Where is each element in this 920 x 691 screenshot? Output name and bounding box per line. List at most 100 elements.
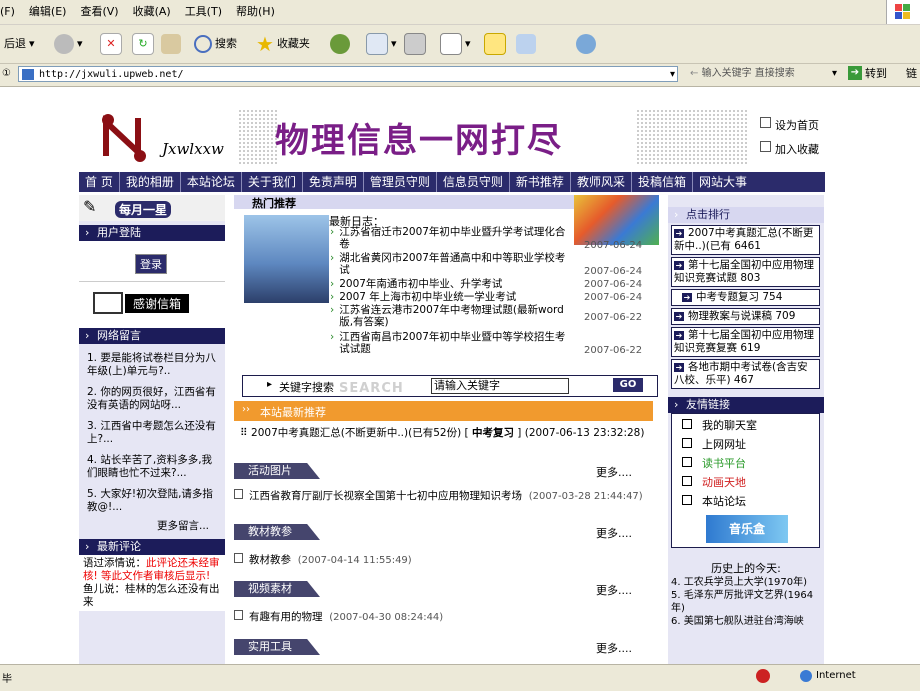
- friend-link[interactable]: 读书平台: [672, 454, 819, 473]
- users-button[interactable]: [576, 31, 596, 57]
- music-box-banner[interactable]: 音乐盒: [706, 515, 788, 543]
- section-activity-item[interactable]: 江西省教育厅副厅长视察全国第十七初中应用物理知识考场 (2007-03-28 2…: [234, 489, 653, 504]
- history-item[interactable]: 6. 美国第七舰队进驻台湾海峡: [671, 615, 821, 628]
- comment-item[interactable]: 语过添情说：此评论还未经审核! 等此文作者审核后显示!: [83, 557, 221, 583]
- monthly-star-banner[interactable]: ✎ 每月一星: [79, 195, 225, 221]
- section-video-tab[interactable]: 视频素材: [234, 581, 320, 597]
- address-input[interactable]: http://jxwuli.upweb.net/ ▾: [18, 66, 678, 82]
- favorites-label: 收藏夹: [276, 37, 310, 50]
- section-activity-more-link[interactable]: 更多....: [596, 464, 632, 480]
- go-search-button[interactable]: GO: [613, 378, 643, 392]
- section-textbook-label: 教材教参: [248, 525, 292, 538]
- rank-item[interactable]: ➔ 第十七届全国初中应用物理知识竞赛试题 803: [671, 257, 820, 287]
- menu-favorites[interactable]: 收藏(A): [133, 0, 171, 24]
- nav-admin-rules[interactable]: 管理员守则: [364, 172, 437, 192]
- log-item[interactable]: › 湖北省黄冈市2007年普通高中和中等职业学校考试 2007-06-24: [330, 252, 648, 278]
- menu-edit[interactable]: 编辑(E): [29, 0, 67, 24]
- add-favorite-label: 加入收藏: [775, 143, 819, 156]
- log-item[interactable]: › 江西省南昌市2007年初中毕业暨中等学校招生考试试题 2007-06-22: [330, 331, 648, 357]
- nav-about[interactable]: 关于我们: [242, 172, 303, 192]
- friend-link[interactable]: 我的聊天室: [672, 416, 819, 435]
- search-box[interactable]: ← 输入关键字 直接搜索: [690, 66, 840, 82]
- nav-submit[interactable]: 投稿信箱: [632, 172, 693, 192]
- nav-teachers[interactable]: 教师风采: [571, 172, 632, 192]
- section-textbook-more-link[interactable]: 更多....: [596, 525, 632, 541]
- history-title: 历史上的今天:: [711, 562, 781, 575]
- search-dropdown-icon[interactable]: ▾: [832, 66, 837, 82]
- refresh-button[interactable]: ↻: [132, 31, 154, 57]
- print-button[interactable]: [404, 31, 426, 57]
- dropdown-icon[interactable]: ▾: [670, 67, 675, 83]
- go-button[interactable]: ➔ 转到: [848, 66, 887, 82]
- history-item[interactable]: 5. 毛泽东严厉批评文艺界(1964年): [671, 589, 821, 615]
- section-video-item[interactable]: 有趣有用的物理 (2007-04-30 08:24:44): [234, 610, 653, 625]
- site-logo[interactable]: Jxwlxxw: [100, 112, 230, 162]
- log-item[interactable]: › 江苏省宿迁市2007年初中毕业暨升学考试理化合卷 2007-06-24: [330, 226, 648, 252]
- dropdown-icon[interactable]: ▾: [29, 31, 35, 57]
- menu-help[interactable]: 帮助(H): [236, 0, 275, 24]
- friend-link[interactable]: 动画天地: [672, 473, 819, 492]
- set-home-link[interactable]: 设为首页: [760, 117, 819, 133]
- log-item[interactable]: › 2007年南通市初中毕业、升学考试 2007-06-24: [330, 278, 648, 291]
- recommend-category[interactable]: 中考复习: [472, 427, 514, 439]
- menu-file[interactable]: (F): [0, 0, 15, 24]
- rank-item[interactable]: ➔ 2007中考真题汇总(不断更新中..)(已有 6461: [671, 225, 820, 255]
- rank-item[interactable]: ➔ 中考专题复习 754: [671, 289, 820, 306]
- section-tools-more-link[interactable]: 更多....: [596, 640, 632, 656]
- message-item[interactable]: 1. 要是能将试卷栏目分为八年级(上)单元与?..: [87, 352, 219, 378]
- menu-view[interactable]: 查看(V): [80, 0, 118, 24]
- friend-link[interactable]: 本站论坛: [672, 492, 819, 511]
- log-list: › 江苏省宿迁市2007年初中毕业暨升学考试理化合卷 2007-06-24 › 湖北省…: [330, 226, 648, 357]
- links-label[interactable]: 链: [906, 66, 917, 82]
- section-textbook-tab[interactable]: 教材教参: [234, 524, 320, 540]
- message-item[interactable]: 5. 大家好!初次登陆,请多指教@!...: [87, 488, 219, 514]
- message-item[interactable]: 2. 你的网页很好，江西省有没有英语的网站呀...: [87, 386, 219, 412]
- section-video-more-link[interactable]: 更多....: [596, 582, 632, 598]
- messenger-button[interactable]: [516, 31, 536, 57]
- notes-button[interactable]: [484, 31, 506, 57]
- rank-item[interactable]: ➔ 各地市期中考试卷(含吉安八校、乐平) 467: [671, 359, 820, 389]
- mail-button[interactable]: ▾: [366, 31, 397, 57]
- section-tools-tab[interactable]: 实用工具: [234, 639, 320, 655]
- favorites-button[interactable]: ★ 收藏夹: [256, 31, 310, 57]
- log-item-date: 2007-06-24: [584, 279, 643, 290]
- popup-blocker-icon[interactable]: [756, 669, 770, 683]
- message-item[interactable]: 4. 站长辛苦了,资料多多,我们眼睛也忙不过来?...: [87, 454, 219, 480]
- section-activity-tab[interactable]: 活动图片: [234, 463, 320, 479]
- add-favorite-link[interactable]: 加入收藏: [760, 141, 819, 157]
- home-button[interactable]: [161, 31, 181, 57]
- nav-forum[interactable]: 本站论坛: [181, 172, 242, 192]
- bullet-icon: ›: [330, 304, 335, 316]
- log-item[interactable]: › 江苏省连云港市2007年中考物理试题(最新word版,有答案) 2007-06-…: [330, 304, 648, 331]
- recommend-item[interactable]: ⠿ 2007中考真题汇总(不断更新中..)(已有52份) [ 中考复习 ] (2…: [240, 427, 650, 440]
- forward-button[interactable]: ▾: [54, 31, 83, 57]
- nav-events[interactable]: 网站大事: [693, 172, 753, 192]
- login-button[interactable]: 登录: [135, 254, 167, 274]
- log-item-date: 2007-06-22: [584, 312, 643, 323]
- arrow-icon: ➔: [674, 331, 684, 340]
- nav-disclaimer[interactable]: 免责声明: [303, 172, 364, 192]
- nav-info-rules[interactable]: 信息员守则: [437, 172, 510, 192]
- links-header: 友情链接: [668, 397, 824, 413]
- rank-item[interactable]: ➔ 第十七届全国初中应用物理知识竞赛复赛 619: [671, 327, 820, 357]
- search-button[interactable]: 搜索: [194, 31, 237, 57]
- history-item[interactable]: 4. 工农兵学员上大学(1970年): [671, 576, 821, 589]
- rank-item[interactable]: ➔ 物理教案与说课稿 709: [671, 308, 820, 325]
- mailbox-banner[interactable]: 感谢信箱: [79, 281, 225, 328]
- log-item-title: 江西省南昌市2007年初中毕业暨中等学校招生考试试题: [339, 331, 566, 355]
- section-textbook-item[interactable]: 教材教参 (2007-04-14 11:55:49): [234, 553, 653, 568]
- stop-button[interactable]: ✕: [100, 31, 122, 57]
- history-button[interactable]: [330, 31, 350, 57]
- log-item[interactable]: › 2007 年上海市初中毕业统一学业考试 2007-06-24: [330, 291, 648, 304]
- nav-album[interactable]: 我的相册: [120, 172, 181, 192]
- keyword-input[interactable]: 请输入关键字: [431, 378, 569, 394]
- edit-button[interactable]: ▾: [440, 31, 471, 57]
- nav-home[interactable]: 首 页: [79, 172, 120, 192]
- comment-item[interactable]: 鱼儿说：桂林的怎么还没有出来: [83, 583, 221, 609]
- nav-new-books[interactable]: 新书推荐: [510, 172, 571, 192]
- more-messages-link[interactable]: 更多留言...: [87, 520, 219, 533]
- menu-tools[interactable]: 工具(T): [185, 0, 222, 24]
- friend-link[interactable]: 上网网址: [672, 435, 819, 454]
- message-item[interactable]: 3. 江西省中考题怎么还没有上?...: [87, 420, 219, 446]
- back-button[interactable]: 后退 ▾: [4, 31, 35, 57]
